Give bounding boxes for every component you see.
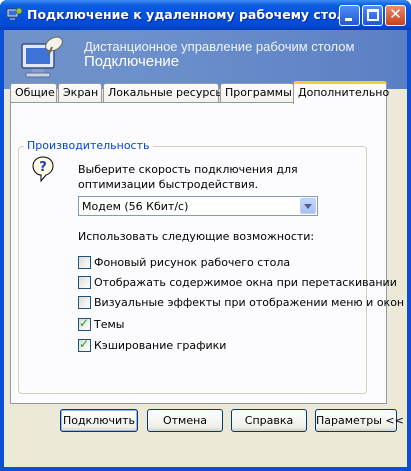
checkbox[interactable]	[78, 256, 91, 269]
checkbox-label: Отображать содержимое окна при перетаски…	[94, 276, 397, 289]
checkmark-icon: ✓	[79, 316, 90, 330]
dropdown-button[interactable]	[300, 198, 316, 214]
checkmark-icon: ✓	[79, 337, 90, 351]
remote-desktop-window: Подключение к удаленному рабочему столу …	[0, 0, 411, 471]
checkbox-label: Визуальные эффекты при отображении меню …	[94, 296, 405, 309]
svg-text:?: ?	[39, 160, 47, 175]
connection-speed-select[interactable]: Модем (56 Кбит/с)	[78, 196, 318, 216]
tab-programs[interactable]: Программы	[220, 83, 294, 103]
options-button[interactable]: Параметры <<	[315, 409, 404, 432]
checkbox[interactable]	[78, 296, 91, 309]
checkbox[interactable]: ✓	[78, 337, 91, 352]
question-icon: ?	[32, 156, 54, 183]
tab-local-resources[interactable]: Локальные ресурсы	[103, 83, 224, 103]
tab-label: Общие	[15, 86, 55, 99]
tab-label: Экран	[63, 86, 99, 99]
speed-description: Выберите скорость подключения для оптими…	[78, 163, 298, 191]
tab-experience[interactable]: Дополнительно	[293, 81, 390, 104]
checkbox-label: Темы	[94, 318, 125, 331]
checkbox[interactable]	[78, 276, 91, 289]
connection-speed-value: Модем (56 Кбит/с)	[82, 200, 189, 213]
features-label: Использовать следующие возможности:	[78, 230, 315, 243]
checkbox-label: Фоновый рисунок рабочего стола	[94, 256, 291, 269]
tab-general[interactable]: Общие	[10, 83, 57, 103]
chevron-down-icon	[304, 204, 312, 209]
cancel-button[interactable]: Отмена	[147, 409, 223, 432]
tab-label: Программы	[225, 86, 292, 99]
tab-display[interactable]: Экран	[58, 83, 102, 103]
tab-label: Дополнительно	[298, 86, 390, 99]
checkbox[interactable]: ✓	[78, 316, 91, 331]
help-button[interactable]: Справка	[231, 409, 307, 432]
performance-group-label: Производительность	[24, 139, 153, 152]
tab-label: Локальные ресурсы	[108, 86, 225, 99]
connect-button[interactable]: Подключить	[60, 409, 138, 432]
dialog-content: Общие Экран Локальные ресурсы Программы …	[4, 0, 407, 471]
checkbox-label: Кэширование графики	[94, 339, 227, 352]
